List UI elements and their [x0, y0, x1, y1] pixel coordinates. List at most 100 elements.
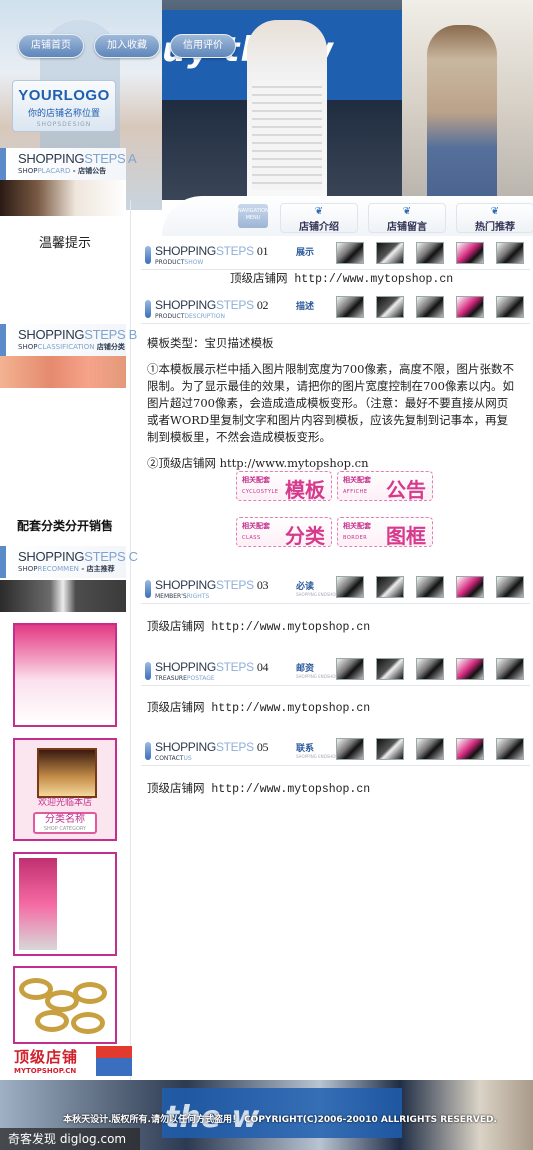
- recommend-item-3[interactable]: [13, 852, 117, 956]
- thumbnail[interactable]: [456, 296, 484, 318]
- product-image: [19, 858, 57, 950]
- thumbnail[interactable]: [416, 242, 444, 264]
- section-sub: PRODUCT: [155, 313, 185, 320]
- step-sub-cn: 店铺分类: [94, 343, 125, 351]
- step-title: SHOPPING: [18, 549, 85, 564]
- thumbnail-strip: [336, 576, 524, 598]
- header-right-photo: [402, 0, 533, 200]
- ornament-icon: ❦: [402, 206, 412, 217]
- thumbnail[interactable]: [416, 296, 444, 318]
- related-border-button[interactable]: 相关配套 BORDER 图框: [337, 517, 433, 548]
- related-affiche-button[interactable]: 相关配套 AFFICHE 公告: [337, 471, 433, 502]
- thumbnail[interactable]: [376, 576, 404, 598]
- button-big-label: 图框: [386, 524, 426, 548]
- step-sub-cn: - 店主推荐: [78, 565, 115, 573]
- thumbnail[interactable]: [336, 576, 364, 598]
- nav-favorite-button[interactable]: 加入收藏: [94, 34, 160, 58]
- shop-logo[interactable]: YOURLOGO 你的店铺名称位置 SHOPSDESIGN: [12, 80, 116, 132]
- section-sub-light: POSTAGE: [186, 675, 215, 682]
- sidebar-photo-b: [0, 356, 126, 388]
- sidebar-step-c: SHOPPINGSTEPS C SHOPRECOMMEN - 店主推荐: [0, 546, 138, 578]
- section-sub-light: SHOW: [184, 259, 204, 266]
- thumbnail[interactable]: [376, 658, 404, 680]
- recommend-item-4[interactable]: [13, 966, 117, 1044]
- section-title-light: STEPS: [215, 244, 254, 258]
- button-small-label: 相关配套: [242, 476, 270, 484]
- section-marker: [145, 300, 151, 318]
- recommend-item-1[interactable]: [13, 623, 117, 727]
- nav-menu-badge: NAVIGATION MENU: [238, 204, 269, 228]
- tab-hot-recommend[interactable]: ❦ 热门推荐: [456, 203, 533, 233]
- thumbnail[interactable]: [336, 242, 364, 264]
- thumbnail-strip: [336, 658, 524, 680]
- nav-home-button[interactable]: 店铺首页: [18, 34, 84, 58]
- sidebar-photo-c: [0, 580, 126, 612]
- sidebar-photo-a: [0, 180, 126, 216]
- thumbnail[interactable]: [496, 738, 524, 760]
- step-sub-light: PLACARD: [37, 167, 71, 175]
- thumbnail[interactable]: [456, 658, 484, 680]
- thumbnail[interactable]: [496, 242, 524, 264]
- thumbnail[interactable]: [376, 296, 404, 318]
- section-03-text: 顶级店铺网 http://www.mytopshop.cn: [147, 621, 371, 634]
- section-number: 04: [256, 660, 269, 674]
- section-small-caption: SHOPPING ENDSHOP: [296, 754, 338, 759]
- category-small: SHOP CATEGORY: [43, 826, 87, 832]
- thumbnail[interactable]: [456, 738, 484, 760]
- jewelry-image: [37, 748, 97, 798]
- thumbnail[interactable]: [376, 738, 404, 760]
- template-type: 模板类型：宝贝描述模板: [147, 336, 274, 350]
- section-marker: [145, 662, 151, 680]
- section-title: SHOPPING: [155, 298, 216, 312]
- section-header-04: SHOPPINGSTEPS 04 TREASUREPOSTAGE 邮资 SHOP…: [141, 658, 530, 686]
- thumbnail[interactable]: [496, 658, 524, 680]
- thumbnail[interactable]: [336, 738, 364, 760]
- description-para-2: ②顶级店铺网 http://www.mytopshop.cn: [147, 456, 369, 470]
- section-sub-light: RIGHTS: [186, 593, 210, 600]
- section-header-05: SHOPPINGSTEPS 05 CONTACTUS 联系 SHOPPING E…: [141, 738, 530, 766]
- step-title-light: STEPS C: [84, 549, 138, 564]
- section-small-caption: SHOPPING ENDSHOP: [296, 592, 338, 597]
- section-sub-light: US: [183, 755, 192, 762]
- thumbnail[interactable]: [456, 576, 484, 598]
- tab-shop-message[interactable]: ❦ 店铺留言: [368, 203, 446, 233]
- button-small-label: 相关配套: [343, 476, 371, 484]
- step-title-light: STEPS B: [84, 327, 138, 342]
- step-sub-light: CLASSIFICATION: [37, 343, 95, 351]
- section-number: 02: [256, 298, 269, 312]
- thumbnail[interactable]: [416, 738, 444, 760]
- footer-brand-logo[interactable]: 顶级店铺 MYTOPSHOP.CN: [14, 1046, 134, 1080]
- button-big-label: 分类: [285, 524, 325, 548]
- thumbnail-strip: [336, 738, 524, 760]
- thumbnail-strip: [336, 242, 524, 264]
- nav-credit-button[interactable]: 信用评价: [170, 34, 236, 58]
- thumbnail[interactable]: [336, 658, 364, 680]
- top-nav: 店铺首页 加入收藏 信用评价: [18, 34, 236, 58]
- thumbnail[interactable]: [416, 576, 444, 598]
- section-header-02: SHOPPINGSTEPS 02 PRODUCTDESCRIPTION 描述: [141, 296, 530, 324]
- step-title-light: STEPS A: [84, 151, 137, 166]
- section-marker: [145, 580, 151, 598]
- thumbnail[interactable]: [496, 576, 524, 598]
- product-description: 模板类型：宝贝描述模板 ①本模板展示栏中插入图片限制宽度为700像素，高度不限，…: [147, 335, 517, 481]
- copyright-text: 本秋天设计.版权所有.请勿以任何方式盗用！ COPYRIGHT(C)2006-2…: [63, 1115, 497, 1125]
- section-number: 01: [256, 244, 269, 258]
- step-sub: SHOP: [18, 565, 38, 573]
- related-template-button[interactable]: 相关配套 CYCLOSTYLE 模板: [236, 471, 332, 502]
- ornament-icon: ❦: [314, 206, 324, 217]
- category-label: 分类名称: [45, 814, 85, 825]
- button-small-label: 相关配套: [242, 522, 270, 530]
- recommend-item-2[interactable]: 欢迎光临本店 分类名称 SHOP CATEGORY: [13, 738, 117, 841]
- section-title-light: STEPS: [215, 740, 254, 754]
- section-sub: CONTACT: [155, 755, 184, 762]
- tab-label: 热门推荐: [475, 222, 515, 233]
- matching-title: 配套分类分开销售: [16, 519, 113, 533]
- tab-shop-intro[interactable]: ❦ 店铺介绍: [280, 203, 358, 233]
- section-sub-light: DESCRIPTION: [184, 313, 226, 320]
- thumbnail[interactable]: [376, 242, 404, 264]
- thumbnail[interactable]: [496, 296, 524, 318]
- related-class-button[interactable]: 相关配套 CLASS 分类: [236, 517, 332, 548]
- thumbnail[interactable]: [456, 242, 484, 264]
- thumbnail[interactable]: [416, 658, 444, 680]
- thumbnail[interactable]: [336, 296, 364, 318]
